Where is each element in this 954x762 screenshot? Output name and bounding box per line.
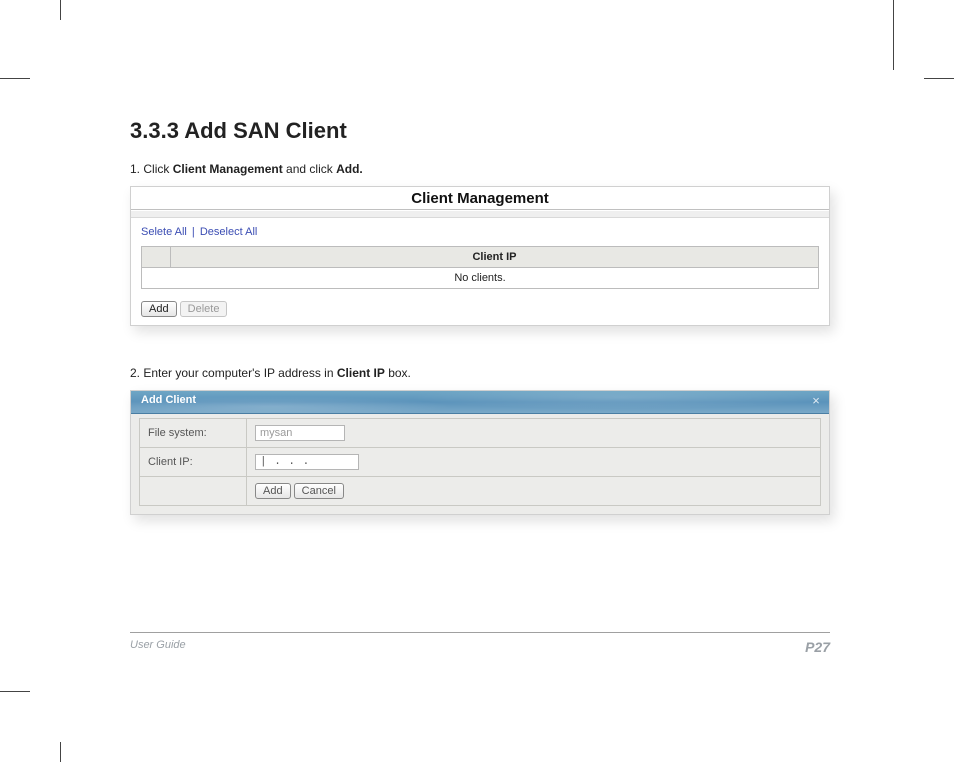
select-all-link[interactable]: Selete All (141, 226, 187, 238)
client-ip-row: Client IP: | . . . (140, 448, 821, 477)
page-footer: User Guide P27 (130, 632, 830, 655)
step-2-b1: Client IP (337, 366, 385, 380)
table-row: No clients. (142, 268, 819, 289)
section-title: 3.3.3 Add SAN Client (130, 118, 830, 144)
client-ip-header: Client IP (171, 247, 819, 268)
step-1-num: 1. (130, 162, 140, 176)
delete-button: Delete (180, 301, 228, 317)
footer-left: User Guide (130, 639, 186, 655)
step-1: 1. Click Client Management and click Add… (130, 162, 830, 176)
screenshot-add-client: Add Client × File system: mysan Client I… (130, 390, 830, 515)
client-ip-input[interactable]: | . . . (255, 454, 359, 470)
screenshot-client-management: Client Management Selete All | Deselect … (130, 186, 830, 326)
close-icon[interactable]: × (809, 394, 823, 408)
client-ip-label: Client IP: (140, 448, 247, 477)
link-separator: | (187, 226, 200, 238)
step-2-num: 2. (130, 366, 140, 380)
step-2-post: box. (385, 366, 411, 380)
step-1-mid: and click (283, 162, 336, 176)
dialog-title: Add Client (141, 394, 196, 406)
dialog-add-button[interactable]: Add (255, 483, 291, 499)
client-management-title: Client Management (131, 190, 829, 210)
page-number: P27 (805, 639, 830, 655)
table-header-row: Client IP (142, 247, 819, 268)
no-clients-cell: No clients. (142, 268, 819, 289)
add-client-form: File system: mysan Client IP: | . . . Ad (139, 418, 821, 506)
step-1-b1: Client Management (173, 162, 283, 176)
page-content: 3.3.3 Add SAN Client 1. Click Client Man… (130, 118, 830, 555)
form-buttons-row: Add Cancel (140, 477, 821, 506)
dialog-header: Add Client × (131, 391, 829, 414)
add-button[interactable]: Add (141, 301, 177, 317)
filesystem-row: File system: mysan (140, 419, 821, 448)
deselect-all-link[interactable]: Deselect All (200, 226, 257, 238)
dialog-cancel-button[interactable]: Cancel (294, 483, 344, 499)
step-2: 2. Enter your computer's IP address in C… (130, 366, 830, 380)
client-table: Client IP No clients. (141, 246, 819, 289)
step-2-pre: Enter your computer's IP address in (143, 366, 337, 380)
checkbox-header (142, 247, 171, 268)
filesystem-input: mysan (255, 425, 345, 441)
step-1-pre: Click (143, 162, 172, 176)
filesystem-label: File system: (140, 419, 247, 448)
step-1-b2: Add. (336, 162, 363, 176)
